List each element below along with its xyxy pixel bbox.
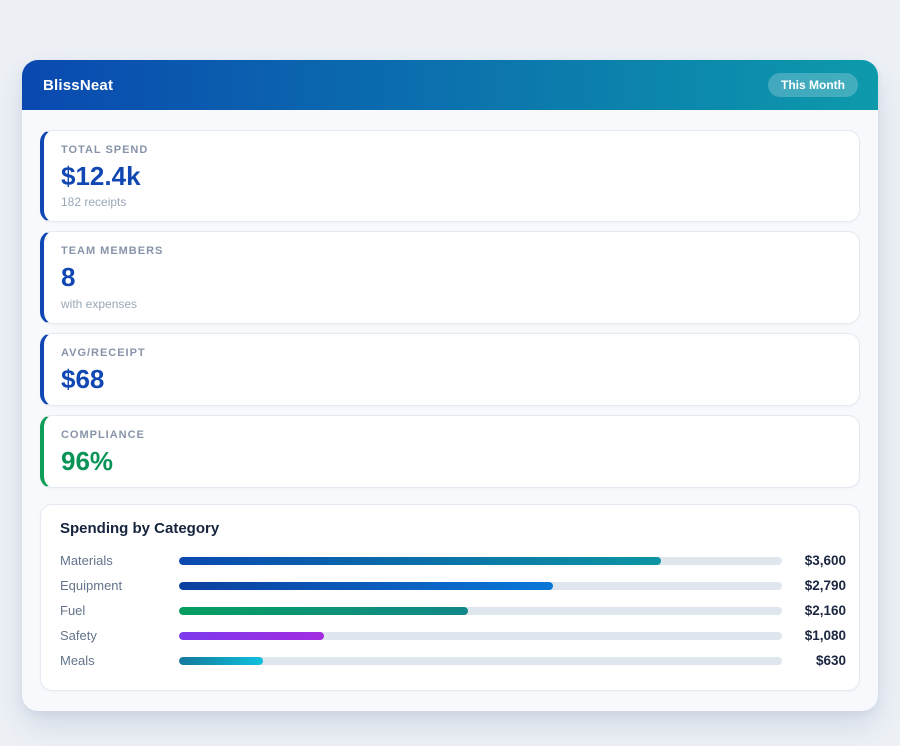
app-header: BlissNeat This Month [22,60,878,110]
stat-card-list: TOTAL SPEND $12.4k 182 receipts TEAM MEM… [40,130,860,489]
category-value: $630 [815,653,846,669]
stat-card-team-members: TEAM MEMBERS 8 with expenses [40,231,860,324]
category-row-fuel: Fuel $2,160 [60,598,846,623]
stat-card-compliance: COMPLIANCE 96% [40,414,860,489]
category-row-safety: Safety $1,080 [60,623,846,648]
category-value: $1,080 [804,628,846,644]
category-value: $2,160 [804,603,846,619]
dashboard-content: TOTAL SPEND $12.4k 182 receipts TEAM MEM… [22,110,878,711]
stat-label: COMPLIANCE [61,428,145,441]
category-value: $3,600 [804,553,846,569]
category-label: Meals [60,653,95,669]
dashboard-panel: BlissNeat This Month TOTAL SPEND $12.4k … [22,60,878,712]
bar-fill [179,631,324,640]
app-title: BlissNeat [43,76,114,94]
bar-fill [179,656,264,665]
category-label: Materials [60,553,113,569]
bar-track [179,556,782,565]
spending-by-category-card: Spending by Category Materials $3,600 Eq… [40,504,860,692]
section-title: Spending by Category [60,520,220,538]
stat-card-avg-receipt: AVG/RECEIPT $68 [40,332,860,406]
category-label: Safety [60,628,97,644]
bar-fill [179,606,469,615]
bar-track [179,631,782,640]
bar-fill [179,581,553,590]
stat-subtext: 182 receipts [61,195,127,210]
stat-card-total-spend: TOTAL SPEND $12.4k 182 receipts [40,130,860,223]
category-label: Fuel [60,603,86,619]
bar-track [179,656,782,665]
stat-value: $68 [61,363,105,394]
period-badge[interactable]: This Month [768,73,858,97]
stat-value: 8 [61,262,76,293]
stat-label: AVG/RECEIPT [61,346,146,359]
category-row-meals: Meals $630 [60,648,846,673]
bar-fill [179,556,662,565]
stat-label: TOTAL SPEND [61,144,149,156]
category-row-materials: Materials $3,600 [60,548,846,573]
stat-value: 96% [61,445,114,476]
category-label: Equipment [60,578,123,594]
category-row-equipment: Equipment $2,790 [60,573,846,598]
bar-track [179,606,782,615]
bar-track [179,581,782,590]
category-value: $2,790 [804,578,846,594]
stat-value: $12.4k [61,161,141,191]
stat-subtext: with expenses [61,296,138,311]
stat-label: TEAM MEMBERS [61,245,164,258]
